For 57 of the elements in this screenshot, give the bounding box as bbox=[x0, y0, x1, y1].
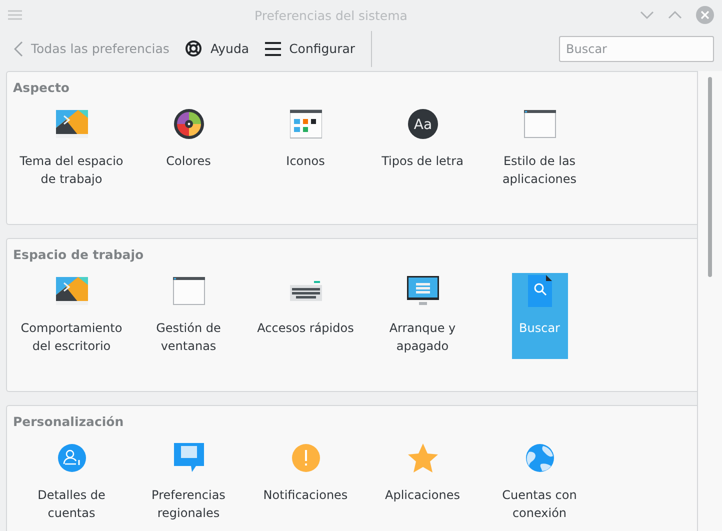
settings-item[interactable]: Accesos rápidos bbox=[250, 273, 362, 359]
item-label: Aplicaciones bbox=[385, 487, 460, 504]
user-icon bbox=[56, 442, 86, 474]
settings-item[interactable]: Gestión de ventanas bbox=[132, 273, 244, 359]
scrollbar[interactable] bbox=[697, 71, 722, 531]
settings-item[interactable]: Notificaciones bbox=[250, 440, 362, 526]
item-label: Accesos rápidos bbox=[257, 320, 354, 337]
window-icon bbox=[524, 108, 556, 140]
settings-item[interactable]: Iconos bbox=[250, 106, 362, 192]
item-label: Arranque y apagado bbox=[388, 320, 457, 355]
settings-item[interactable]: Comportamiento del escritorio bbox=[16, 273, 128, 359]
font-icon: Aa bbox=[406, 108, 438, 140]
item-label: Notificaciones bbox=[263, 487, 348, 504]
theme-preview-icon bbox=[56, 108, 88, 140]
settings-item[interactable]: Arranque y apagado bbox=[366, 273, 478, 359]
settings-item[interactable]: Colores bbox=[132, 106, 244, 192]
minimize-icon[interactable] bbox=[640, 10, 654, 20]
help-button[interactable]: Ayuda bbox=[179, 36, 256, 61]
item-label: Comportamiento del escritorio bbox=[20, 320, 124, 355]
configure-button[interactable]: Configurar bbox=[259, 37, 362, 60]
settings-item[interactable]: Preferencias regionales bbox=[132, 440, 244, 526]
item-label: Preferencias regionales bbox=[150, 487, 226, 522]
close-icon[interactable] bbox=[696, 6, 714, 24]
menu-icon bbox=[265, 42, 282, 56]
section-heading: Personalización bbox=[13, 414, 124, 429]
item-label: Cuentas con conexión bbox=[501, 487, 578, 522]
settings-item[interactable]: Estilo de las aplicaciones bbox=[484, 106, 596, 192]
star-icon bbox=[408, 442, 438, 474]
item-label: Tema del espacio de trabajo bbox=[19, 153, 124, 188]
settings-item[interactable]: Cuentas con conexión bbox=[484, 440, 596, 526]
section-heading: Aspecto bbox=[13, 80, 70, 95]
settings-item[interactable]: Aplicaciones bbox=[366, 440, 478, 526]
item-label: Detalles de cuentas bbox=[36, 487, 106, 522]
window-title: Preferencias del sistema bbox=[254, 8, 408, 22]
theme-preview-icon bbox=[56, 275, 88, 307]
color-wheel-icon bbox=[172, 108, 204, 140]
search-document-icon bbox=[528, 275, 552, 307]
search-field[interactable]: Buscar bbox=[559, 36, 714, 62]
folder-grid-icon bbox=[290, 108, 322, 140]
window-icon bbox=[172, 275, 204, 307]
lifebuoy-icon bbox=[185, 40, 202, 57]
item-label: Tipos de letra bbox=[382, 153, 464, 170]
item-label: Estilo de las aplicaciones bbox=[501, 153, 578, 188]
item-label: Buscar bbox=[519, 320, 560, 337]
settings-item[interactable]: Detalles de cuentas bbox=[16, 440, 128, 526]
item-label: Iconos bbox=[286, 153, 325, 170]
settings-item[interactable]: Aa Tipos de letra bbox=[366, 106, 478, 192]
monitor-icon bbox=[406, 275, 438, 307]
item-label: Gestión de ventanas bbox=[155, 320, 222, 355]
settings-item[interactable]: Tema del espacio de trabajo bbox=[16, 106, 128, 192]
section-heading: Espacio de trabajo bbox=[13, 247, 144, 262]
warning-icon bbox=[290, 442, 320, 474]
item-label: Colores bbox=[166, 153, 211, 170]
globe-icon bbox=[524, 442, 554, 474]
maximize-icon[interactable] bbox=[668, 10, 682, 20]
menu-icon[interactable] bbox=[8, 10, 22, 20]
speech-bubble-icon bbox=[174, 442, 204, 474]
